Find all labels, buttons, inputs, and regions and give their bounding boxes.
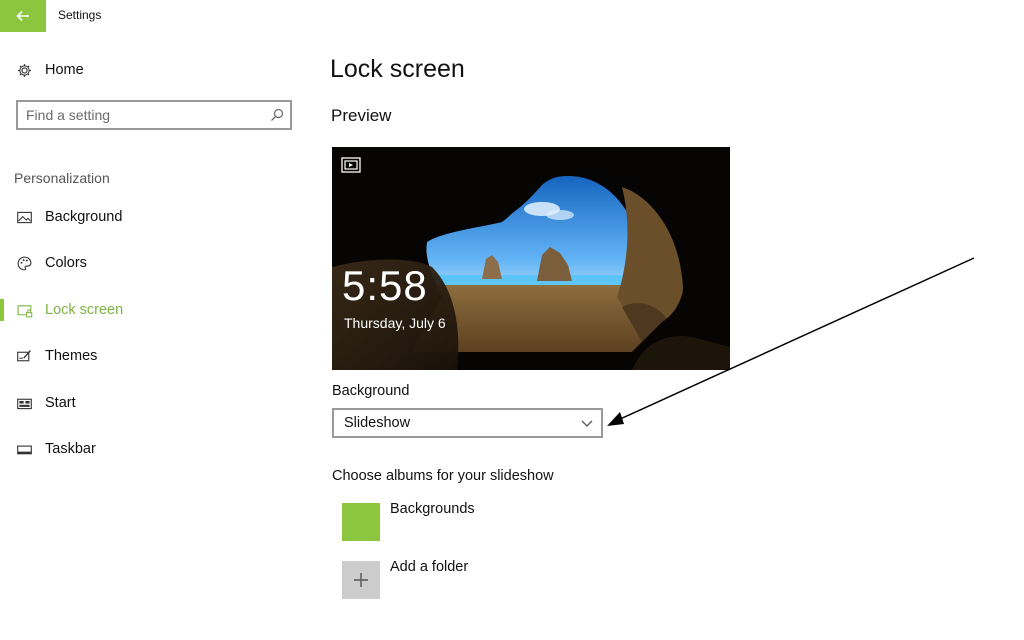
taskbar-icon bbox=[14, 439, 34, 459]
sidebar: Home Personalization Background Colors L… bbox=[0, 32, 310, 640]
start-icon bbox=[14, 393, 34, 413]
sidebar-item-label: Lock screen bbox=[45, 302, 124, 318]
lock-screen-preview-image bbox=[332, 147, 730, 370]
preview-date: Thursday, July 6 bbox=[344, 315, 446, 331]
sidebar-item-lock-screen[interactable]: Lock screen bbox=[0, 292, 300, 328]
sidebar-item-start[interactable]: Start bbox=[0, 385, 300, 421]
plus-icon bbox=[342, 561, 380, 599]
back-arrow-icon bbox=[16, 10, 29, 22]
sidebar-item-label: Themes bbox=[45, 348, 98, 364]
picture-icon bbox=[14, 207, 34, 227]
sidebar-item-background[interactable]: Background bbox=[0, 199, 300, 235]
album-backgrounds[interactable]: Backgrounds bbox=[342, 501, 642, 543]
slideshow-icon bbox=[341, 157, 361, 173]
add-folder-label: Add a folder bbox=[390, 559, 469, 575]
gear-icon bbox=[14, 60, 34, 80]
sidebar-item-label: Colors bbox=[45, 255, 87, 271]
section-label-personalization: Personalization bbox=[14, 170, 110, 186]
albums-label: Choose albums for your slideshow bbox=[332, 468, 554, 484]
lock-screen-preview: 5:58 Thursday, July 6 bbox=[332, 147, 730, 370]
preview-time: 5:58 bbox=[342, 262, 428, 309]
background-dropdown-value: Slideshow bbox=[344, 415, 411, 431]
sidebar-item-label: Start bbox=[45, 395, 76, 411]
background-label: Background bbox=[332, 383, 410, 399]
album-name: Backgrounds bbox=[390, 501, 475, 517]
background-dropdown[interactable]: Slideshow bbox=[332, 408, 603, 438]
sidebar-item-label: Background bbox=[45, 209, 123, 225]
palette-icon bbox=[14, 253, 34, 273]
sidebar-item-label: Home bbox=[45, 62, 84, 78]
chevron-down-icon bbox=[581, 420, 593, 427]
themes-icon bbox=[14, 346, 34, 366]
lock-screen-icon bbox=[14, 300, 34, 320]
back-button[interactable] bbox=[0, 0, 46, 32]
sidebar-item-taskbar[interactable]: Taskbar bbox=[0, 431, 300, 467]
active-indicator bbox=[0, 299, 4, 321]
title-bar: Settings bbox=[0, 0, 1024, 32]
window-title: Settings bbox=[58, 8, 102, 22]
sidebar-item-home[interactable]: Home bbox=[0, 52, 300, 88]
search-input[interactable] bbox=[26, 105, 258, 125]
sidebar-item-themes[interactable]: Themes bbox=[0, 338, 300, 374]
search-box bbox=[16, 100, 292, 130]
search-icon[interactable] bbox=[270, 108, 284, 122]
preview-heading: Preview bbox=[331, 106, 392, 125]
add-folder-button[interactable]: Add a folder bbox=[342, 559, 642, 601]
sidebar-item-colors[interactable]: Colors bbox=[0, 245, 300, 281]
album-tile bbox=[342, 503, 380, 541]
sidebar-item-label: Taskbar bbox=[45, 441, 96, 457]
page-title: Lock screen bbox=[330, 55, 465, 83]
